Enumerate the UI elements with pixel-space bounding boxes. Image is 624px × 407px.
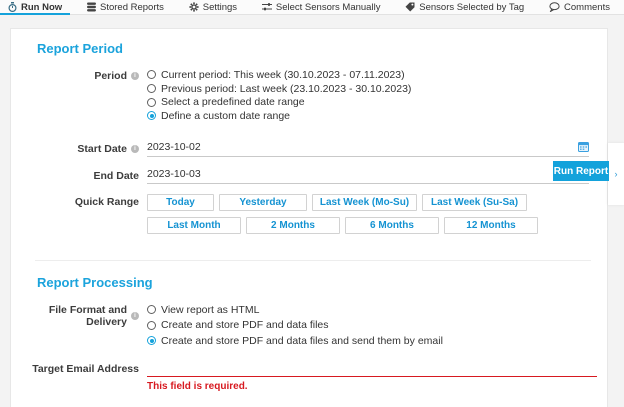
quick-range-2-months-button[interactable]: 2 Months — [246, 217, 340, 234]
radio-icon — [147, 70, 156, 79]
run-report-button[interactable]: Run Report — [553, 161, 609, 181]
radio-icon — [147, 305, 156, 314]
quick-range-last-week-mo-su-button[interactable]: Last Week (Mo-Su) — [312, 194, 417, 211]
tab-label: Comments — [564, 2, 610, 13]
radio-view-html[interactable]: View report as HTML — [147, 302, 607, 318]
tab-bar: Run Now Stored Reports Settings Select S… — [0, 0, 624, 15]
radio-predefined-range[interactable]: Select a predefined date range — [147, 95, 607, 109]
quick-range-today-button[interactable]: Today — [147, 194, 214, 211]
quick-range-last-week-su-sa-button[interactable]: Last Week (Su-Sa) — [422, 194, 527, 211]
tab-label: Run Now — [21, 2, 62, 13]
tab-select-sensors-manually[interactable]: Select Sensors Manually — [254, 0, 389, 14]
radio-current-period[interactable]: Current period: This week (30.10.2023 - … — [147, 68, 607, 82]
gear-icon — [189, 2, 199, 12]
info-icon[interactable]: i — [131, 312, 139, 320]
radio-icon — [147, 84, 156, 93]
report-settings-card: Report Period Period i Current period: T… — [10, 28, 608, 407]
radio-store-pdf[interactable]: Create and store PDF and data files — [147, 317, 607, 333]
end-date-field — [147, 168, 589, 184]
tab-label: Sensors Selected by Tag — [419, 2, 524, 13]
tab-run-now[interactable]: Run Now — [0, 0, 70, 14]
period-label: Period i — [11, 68, 139, 82]
target-email-label: Target Email Address — [11, 361, 139, 375]
run-report-collapse-rail[interactable]: › — [608, 143, 624, 205]
tab-sensors-selected-by-tag[interactable]: Sensors Selected by Tag — [397, 0, 532, 14]
file-format-label: File Format and Delivery i — [11, 302, 139, 328]
quick-range-row: Quick Range Today Yesterday Last Week (M… — [11, 194, 607, 240]
start-date-row: Start Date i — [11, 141, 607, 157]
radio-icon — [147, 111, 156, 120]
end-date-input[interactable] — [147, 168, 578, 180]
quick-range-last-month-button[interactable]: Last Month — [147, 217, 241, 234]
period-row: Period i Current period: This week (30.1… — [11, 68, 607, 123]
tab-comments[interactable]: Comments — [541, 0, 618, 14]
tab-label: Stored Reports — [100, 2, 164, 13]
radio-icon — [147, 336, 156, 345]
chevron-right-icon: › — [615, 169, 618, 179]
database-icon — [87, 2, 96, 12]
start-date-label: Start Date i — [11, 141, 139, 155]
quick-range-12-months-button[interactable]: 12 Months — [444, 217, 538, 234]
period-options: Current period: This week (30.10.2023 - … — [147, 68, 607, 123]
target-email-field — [147, 361, 597, 377]
target-email-input[interactable] — [147, 361, 597, 373]
tab-settings[interactable]: Settings — [181, 0, 245, 14]
tag-icon — [405, 2, 415, 12]
report-period-heading: Report Period — [37, 41, 607, 56]
stopwatch-icon — [8, 2, 17, 12]
radio-store-pdf-email[interactable]: Create and store PDF and data files and … — [147, 333, 607, 349]
sliders-icon — [262, 2, 272, 12]
radio-icon — [147, 321, 156, 330]
end-date-row: End Date — [11, 168, 607, 184]
comment-icon — [549, 2, 560, 12]
section-divider — [35, 260, 591, 261]
quick-range-label: Quick Range — [11, 194, 139, 208]
calendar-icon[interactable] — [578, 141, 589, 152]
target-email-row: Target Email Address This field is requi… — [11, 361, 607, 392]
end-date-label: End Date — [11, 168, 139, 182]
file-format-row: File Format and Delivery i View report a… — [11, 302, 607, 349]
start-date-input[interactable] — [147, 141, 578, 153]
radio-custom-range[interactable]: Define a custom date range — [147, 109, 607, 123]
report-processing-heading: Report Processing — [37, 275, 607, 290]
tab-label: Settings — [203, 2, 237, 13]
radio-previous-period[interactable]: Previous period: Last week (23.10.2023 -… — [147, 82, 607, 96]
file-format-options: View report as HTML Create and store PDF… — [147, 302, 607, 349]
tab-label: Select Sensors Manually — [276, 2, 381, 13]
info-icon[interactable]: i — [131, 72, 139, 80]
quick-range-6-months-button[interactable]: 6 Months — [345, 217, 439, 234]
quick-range-yesterday-button[interactable]: Yesterday — [219, 194, 307, 211]
info-icon[interactable]: i — [131, 145, 139, 153]
radio-icon — [147, 98, 156, 107]
start-date-field — [147, 141, 589, 157]
email-required-error: This field is required. — [147, 381, 607, 392]
tab-stored-reports[interactable]: Stored Reports — [79, 0, 172, 14]
